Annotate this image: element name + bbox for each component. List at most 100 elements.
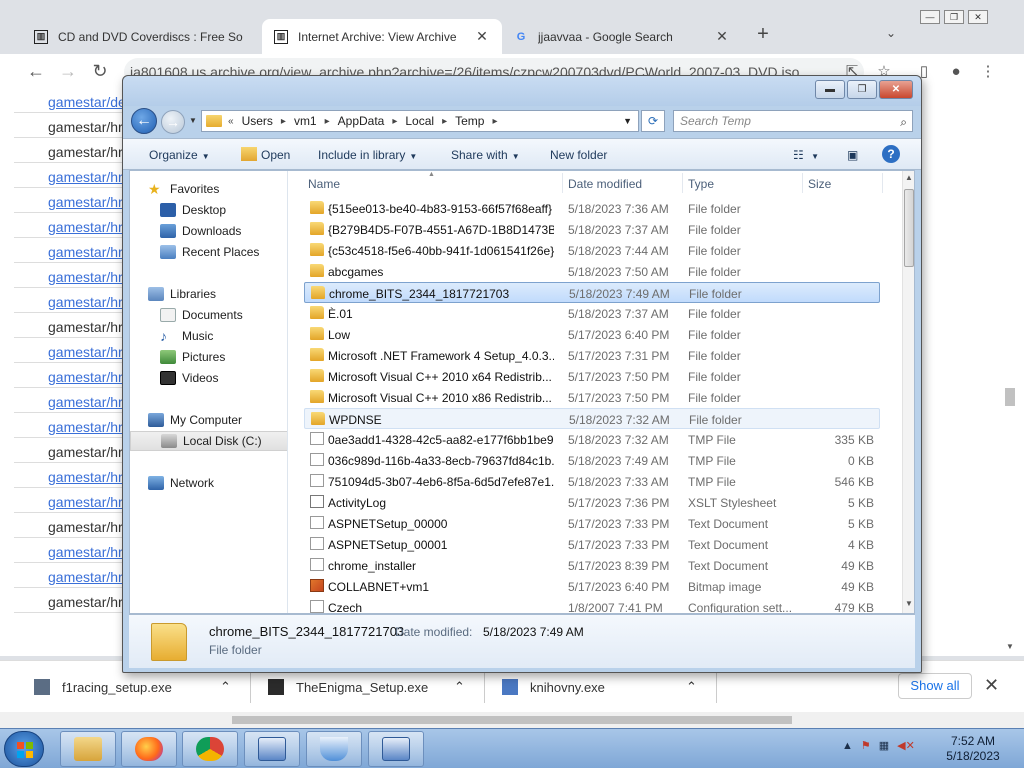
column-header-name[interactable]: Name xyxy=(308,177,340,191)
network-status-icon[interactable]: ▦ xyxy=(879,739,889,752)
breadcrumb-item[interactable]: Users xyxy=(242,114,273,128)
column-divider[interactable] xyxy=(802,173,803,193)
organize-button[interactable]: Organize ▼ xyxy=(149,148,210,162)
explorer-titlebar[interactable]: ▬ ❐ ✕ xyxy=(123,76,921,106)
history-dropdown-icon[interactable]: ▼ xyxy=(189,116,197,125)
breadcrumb-chevron-icon[interactable]: ▸ xyxy=(325,116,330,127)
taskbar-window-app[interactable] xyxy=(244,731,300,767)
tab-cd-dvd-coverdiscs[interactable]: ▥ CD and DVD Coverdiscs : Free So xyxy=(22,19,262,54)
column-header-type[interactable]: Type xyxy=(688,177,714,191)
maximize-button[interactable]: ❐ xyxy=(944,10,964,24)
show-hidden-icons-icon[interactable]: ▲ xyxy=(842,740,853,752)
file-row[interactable]: 751094d5-3b07-4eb6-8f5a-6d5d7efe87e1... 5… xyxy=(304,471,880,492)
download-item[interactable]: f1racing_setup.exe xyxy=(34,675,172,699)
archive-file-link[interactable]: gamestar/hr xyxy=(48,269,123,285)
archive-file-link[interactable]: gamestar/hr xyxy=(48,219,123,235)
archive-file-link[interactable]: gamestar/hr xyxy=(48,494,123,510)
archive-file-link[interactable]: gamestar/hr xyxy=(48,194,123,210)
open-button[interactable]: Open xyxy=(261,148,290,162)
breadcrumb-item[interactable]: Local xyxy=(405,114,434,128)
tab-internet-archive[interactable]: ▥ Internet Archive: View Archive ✕ xyxy=(262,19,502,54)
breadcrumb-chevron-icon[interactable]: ▸ xyxy=(281,116,286,127)
horizontal-scroll-thumb[interactable] xyxy=(232,716,792,724)
reload-icon[interactable]: ↻ xyxy=(88,61,112,83)
archive-file-link[interactable]: gamestar/hr xyxy=(48,469,123,485)
file-row[interactable]: abcgames 5/18/2023 7:50 AM File folder xyxy=(304,261,880,282)
file-list-scrollbar[interactable]: ▲ ▼ xyxy=(902,171,914,613)
close-tab-icon[interactable]: ✕ xyxy=(714,28,730,45)
download-item[interactable]: TheEnigma_Setup.exe xyxy=(268,675,428,699)
breadcrumb-chevron-icon[interactable]: ▸ xyxy=(442,116,447,127)
scroll-down-arrow-icon[interactable]: ▼ xyxy=(1006,642,1014,651)
file-row[interactable]: ASPNETSetup_00000 5/17/2023 7:33 PM Text D… xyxy=(304,513,880,534)
nav-music[interactable]: ♪ Music xyxy=(130,326,287,346)
horizontal-scrollbar[interactable] xyxy=(0,712,1024,728)
close-button[interactable]: ✕ xyxy=(879,80,913,99)
archive-file-link[interactable]: gamestar/hr xyxy=(48,169,123,185)
archive-file-link[interactable]: gamestar/hr xyxy=(48,294,123,310)
tab-search-chevron-icon[interactable]: ⌄ xyxy=(886,26,896,40)
breadcrumb-chevron-icon[interactable]: ▸ xyxy=(392,116,397,127)
page-scrollbar[interactable]: ▼ xyxy=(1004,90,1016,656)
volume-muted-icon[interactable]: ◀✕ xyxy=(897,739,915,752)
column-divider[interactable] xyxy=(562,173,563,193)
minimize-button[interactable]: ▬ xyxy=(815,80,845,99)
archive-file-link[interactable]: gamestar/hr xyxy=(48,544,123,560)
file-row[interactable]: WPDNSE 5/18/2023 7:32 AM File folder xyxy=(304,408,880,429)
refresh-icon[interactable]: ⟳ xyxy=(641,110,665,132)
file-row[interactable]: Microsoft Visual C++ 2010 x64 Redistrib.… xyxy=(304,366,880,387)
file-row[interactable]: Czech 1/8/2007 7:41 PM Configuration sett.… xyxy=(304,597,880,613)
breadcrumb-item[interactable]: vm1 xyxy=(294,114,317,128)
forward-arrow-icon[interactable]: → xyxy=(161,110,185,134)
address-dropdown-icon[interactable]: ▼ xyxy=(623,116,632,126)
nav-libraries[interactable]: Libraries xyxy=(130,284,287,304)
archive-file-link[interactable]: gamestar/hr xyxy=(48,369,123,385)
taskbar-installer-app[interactable] xyxy=(306,731,362,767)
taskbar-chrome[interactable] xyxy=(182,731,238,767)
file-row[interactable]: COLLABNET+vm1 5/17/2023 6:40 PM Bitmap ima… xyxy=(304,576,880,597)
nav-pictures[interactable]: Pictures xyxy=(130,347,287,367)
download-item[interactable]: knihovny.exe xyxy=(502,675,605,699)
menu-kebab-icon[interactable]: ⋮ xyxy=(978,62,998,82)
include-in-library-button[interactable]: Include in library ▼ xyxy=(318,148,417,162)
breadcrumb-item[interactable]: AppData xyxy=(338,114,385,128)
archive-file-link[interactable]: gamestar/hr xyxy=(48,419,123,435)
taskbar-firefox[interactable] xyxy=(121,731,177,767)
share-with-button[interactable]: Share with ▼ xyxy=(451,148,520,162)
forward-arrow-icon[interactable]: → xyxy=(56,61,80,83)
search-input[interactable]: Search Temp ⌕ xyxy=(673,110,913,132)
close-download-bar-icon[interactable]: ✕ xyxy=(984,675,999,696)
close-tab-icon[interactable]: ✕ xyxy=(474,28,490,45)
file-row[interactable]: chrome_BITS_2344_1817721703 5/18/2023 7:4… xyxy=(304,282,880,303)
column-divider[interactable] xyxy=(882,173,883,193)
file-row[interactable]: Microsoft .NET Framework 4 Setup_4.0.3..… xyxy=(304,345,880,366)
nav-network[interactable]: Network xyxy=(130,473,287,493)
scroll-down-arrow-icon[interactable]: ▼ xyxy=(905,599,913,608)
download-options-chevron-icon[interactable]: ⌃ xyxy=(686,675,700,699)
change-view-icon[interactable]: ☷ ▼ xyxy=(793,148,819,162)
download-options-chevron-icon[interactable]: ⌃ xyxy=(220,675,234,699)
scroll-up-arrow-icon[interactable]: ▲ xyxy=(905,173,913,182)
archive-file-link[interactable]: gamestar/hr xyxy=(48,244,123,260)
archive-file-link[interactable]: gamestar/hr xyxy=(48,344,123,360)
breadcrumb-item[interactable]: Temp xyxy=(455,114,484,128)
nav-favorites[interactable]: ★ Favorites xyxy=(130,179,287,199)
minimize-button[interactable]: — xyxy=(920,10,940,24)
column-header-size[interactable]: Size xyxy=(808,177,831,191)
start-button[interactable] xyxy=(4,731,44,767)
nav-my-computer[interactable]: My Computer xyxy=(130,410,287,430)
archive-file-link[interactable]: gamestar/hr xyxy=(48,569,123,585)
file-list-scroll-thumb[interactable] xyxy=(904,189,914,267)
download-options-chevron-icon[interactable]: ⌃ xyxy=(454,675,468,699)
file-row[interactable]: {c53c4518-f5e6-40bb-941f-1d061541f26e} 5/… xyxy=(304,240,880,261)
overflow-chevron-icon[interactable]: « xyxy=(228,116,234,127)
file-row[interactable]: Microsoft Visual C++ 2010 x86 Redistrib.… xyxy=(304,387,880,408)
action-center-flag-icon[interactable]: ⚑ xyxy=(861,739,871,752)
file-row[interactable]: Low 5/17/2023 6:40 PM File folder xyxy=(304,324,880,345)
new-tab-button[interactable]: + xyxy=(752,24,774,46)
back-arrow-icon[interactable]: ← xyxy=(24,61,48,83)
nav-videos[interactable]: Videos xyxy=(130,368,287,388)
breadcrumb[interactable]: « Users ▸ vm1 ▸ AppData ▸ Local ▸ Temp ▸… xyxy=(201,110,639,132)
nav-documents[interactable]: Documents xyxy=(130,305,287,325)
file-row[interactable]: È.01 5/18/2023 7:37 AM File folder xyxy=(304,303,880,324)
